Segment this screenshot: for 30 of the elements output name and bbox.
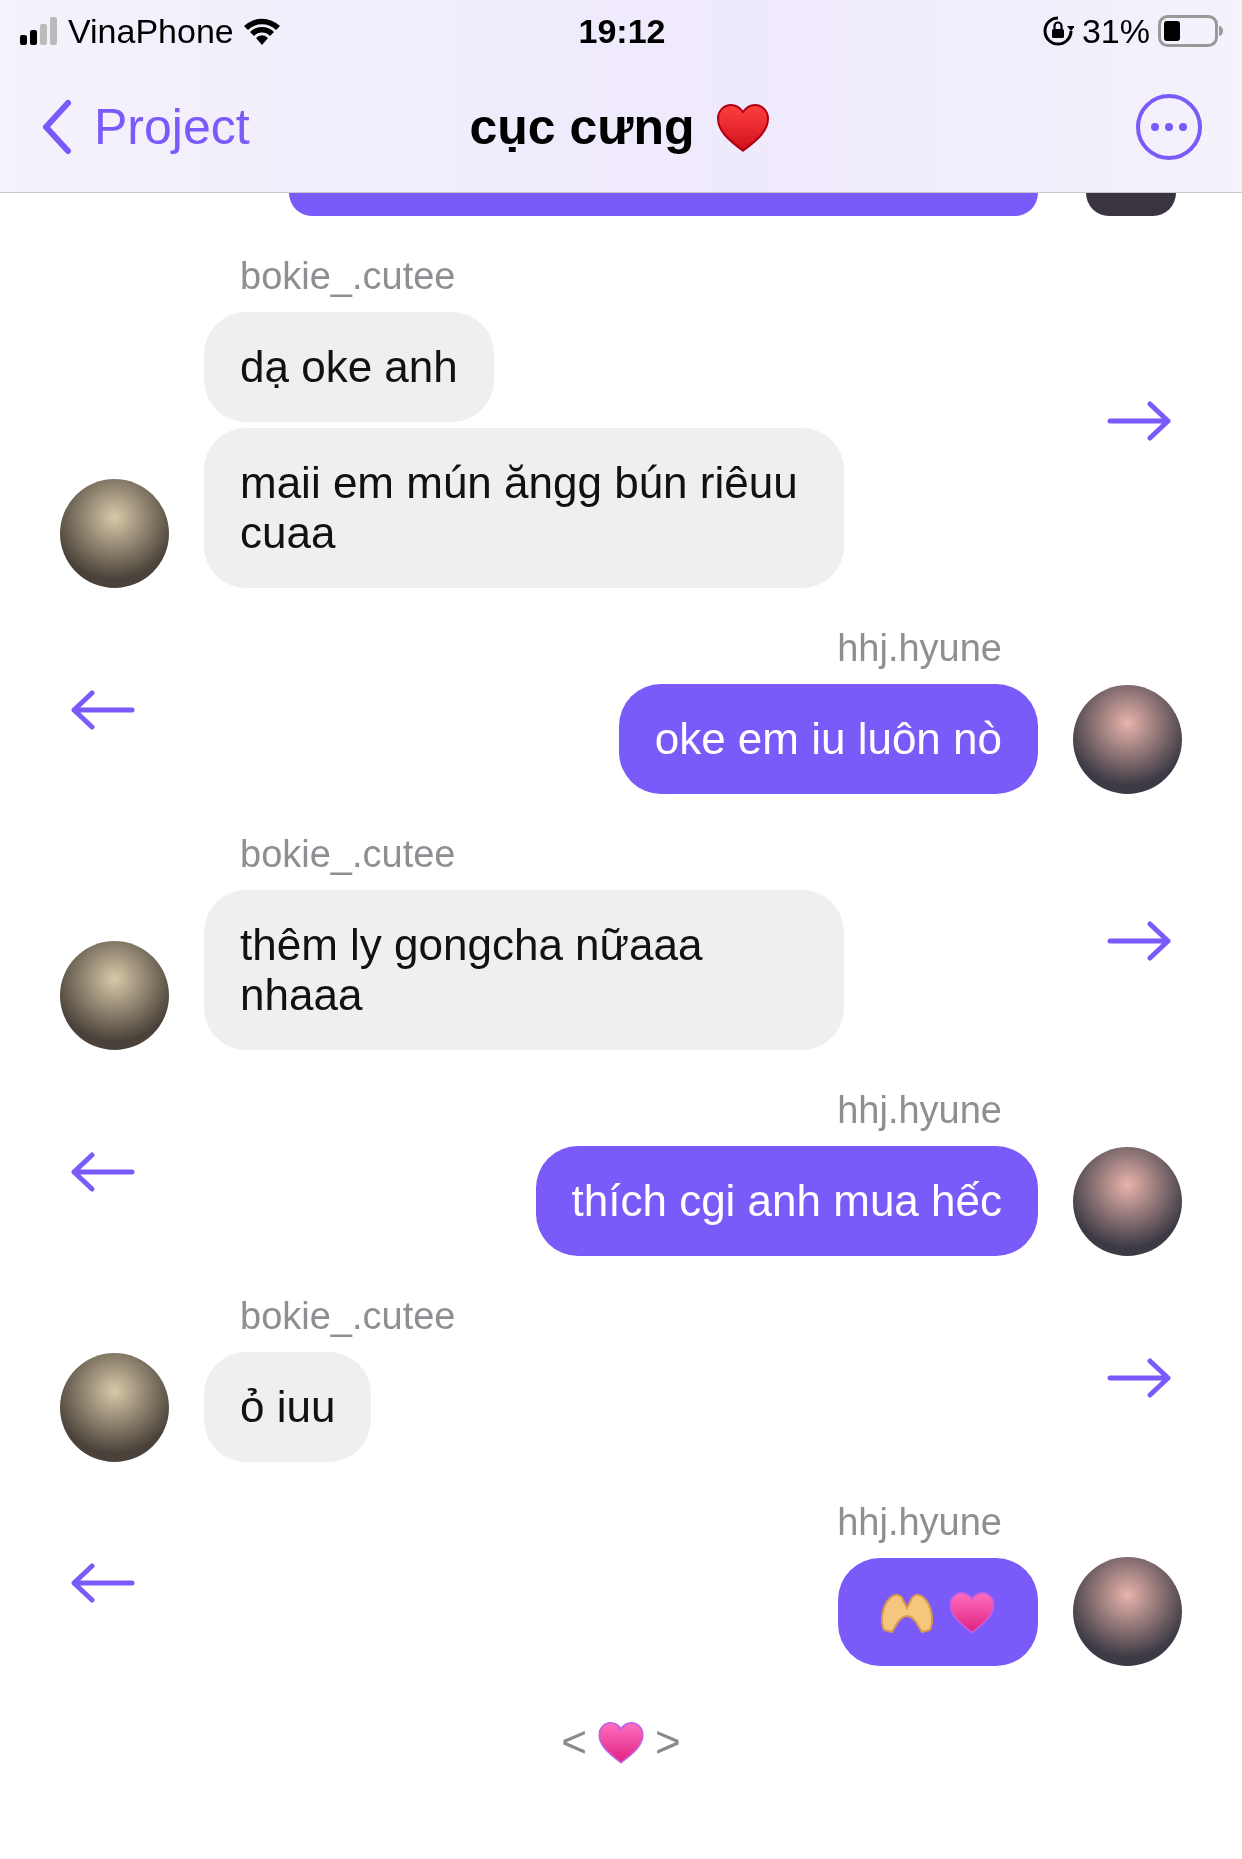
arrow-left-icon[interactable] [69,1563,135,1603]
sender-name: bokie_.cutee [240,254,456,298]
rotation-lock-icon [1041,15,1074,47]
back-button[interactable]: Project [40,98,470,156]
chat-title: cục cưng [469,98,695,156]
message-bubble: oke em iu luôn nò [618,684,1038,794]
more-button[interactable] [1136,94,1202,160]
previous-button[interactable]: < [561,1717,587,1767]
sender-name: bokie_.cutee [240,832,456,876]
message-bubble: maii em mún ăngg bún riêuu cuaa [204,428,844,588]
battery-percent: 31% [1081,11,1150,51]
chevron-left-icon [40,99,72,155]
sender-name: hhj.hyune [837,626,1002,670]
message-bubble: ỏ iuu [204,1352,372,1462]
sender-name: bokie_.cutee [240,1294,456,1338]
sender-name: hhj.hyune [837,1088,1002,1132]
message-bubble: thích cgi anh mua hếc [535,1146,1038,1256]
message-bubble: thêm ly gongcha nữaaa nhaaa [204,890,844,1050]
next-button[interactable]: > [655,1717,681,1767]
signal-icon [20,17,60,45]
clock-time: 19:12 [578,11,666,51]
arrow-left-icon[interactable] [69,1152,135,1192]
carrier-name: VinaPhone [68,11,234,51]
arrow-right-icon[interactable] [1107,401,1173,441]
sender-name: hhj.hyune [837,1500,1002,1544]
arrow-right-icon[interactable] [1107,921,1173,961]
message-bubble: dạ oke anh [204,312,494,422]
battery-icon [1158,15,1224,47]
arrow-left-icon[interactable] [69,690,135,730]
arrow-right-icon[interactable] [1107,1358,1173,1398]
